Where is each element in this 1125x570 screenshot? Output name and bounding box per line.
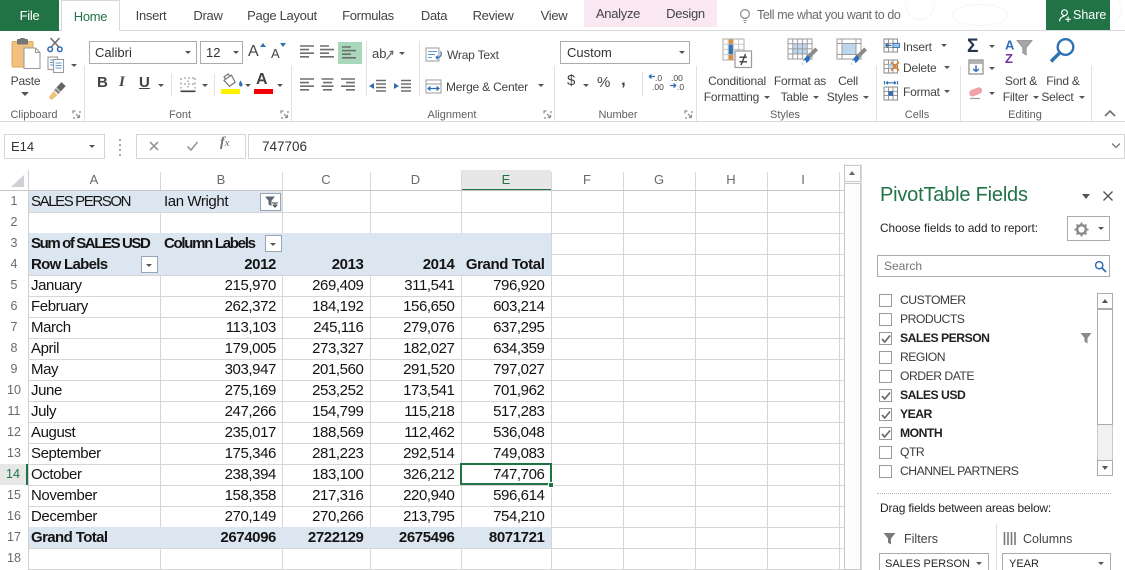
svg-text:Z: Z (1005, 51, 1013, 66)
svg-text:ab: ab (372, 46, 386, 61)
svg-text:.00: .00 (652, 82, 664, 92)
svg-text:.0: .0 (677, 82, 684, 92)
